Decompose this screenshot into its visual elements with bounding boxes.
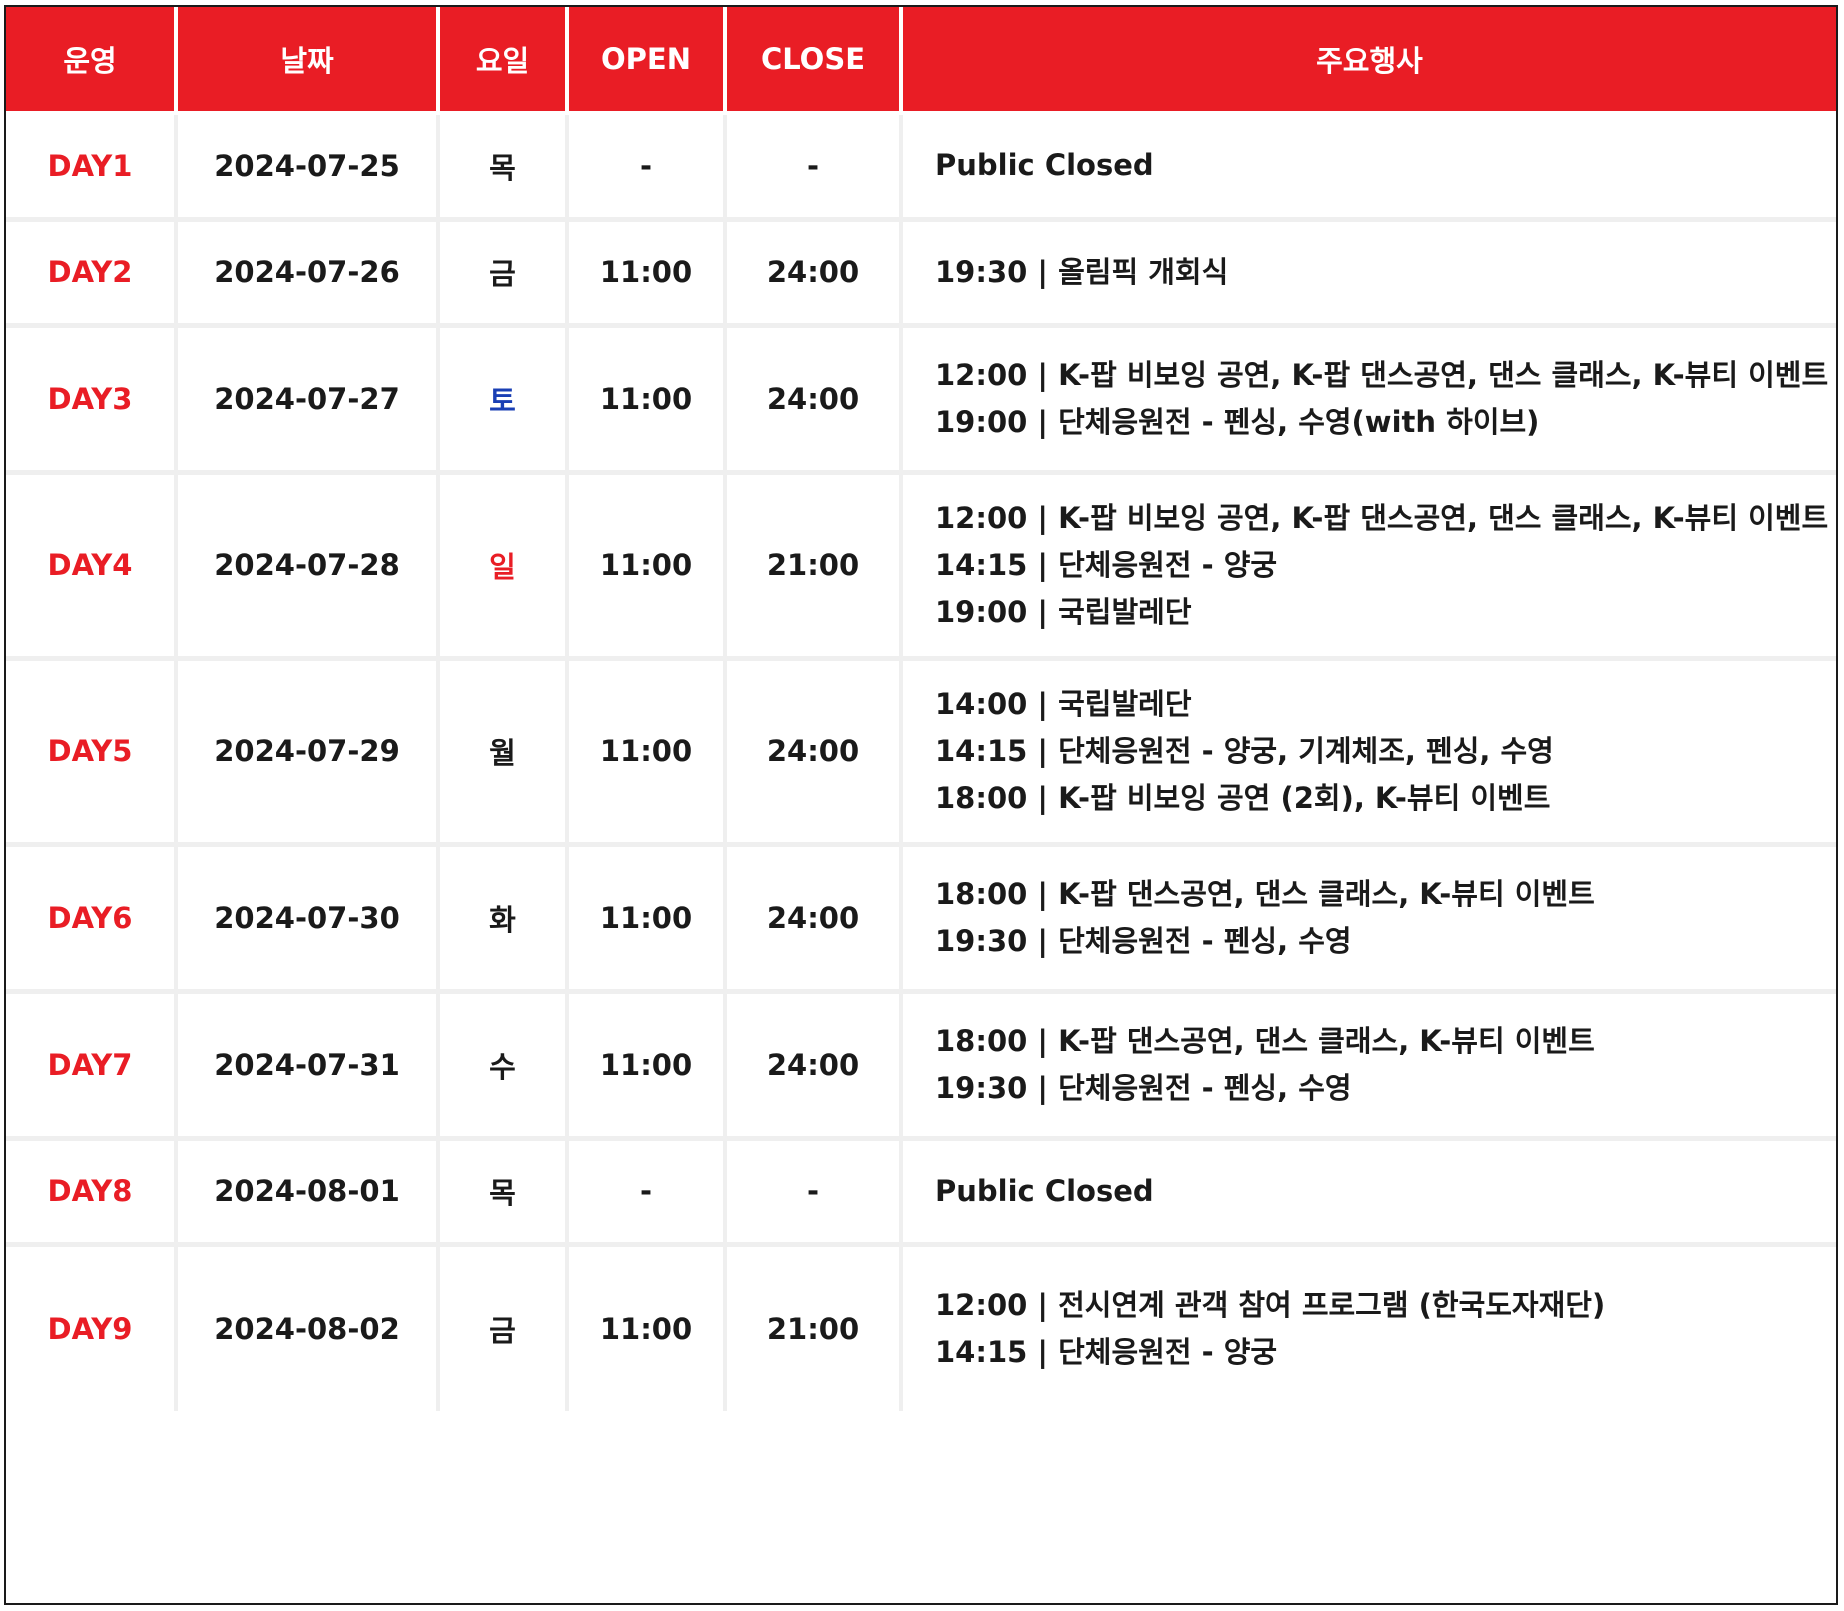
- table-row: DAY8 2024-08-01 목 - - Public Closed: [6, 1138, 1836, 1247]
- event-line: Public Closed: [935, 1173, 1154, 1208]
- header-date: 날짜: [176, 7, 440, 115]
- weekday-cell: 목: [438, 1138, 569, 1247]
- open-time: 11:00: [567, 844, 727, 994]
- table-row: DAY2 2024-07-26 금 11:00 24:00 19:30 | 올림…: [6, 219, 1836, 328]
- day-label: DAY3: [6, 325, 178, 475]
- close-time: 21:00: [725, 1244, 903, 1411]
- close-time: -: [725, 1138, 903, 1247]
- open-time: 11:00: [567, 472, 727, 661]
- table-row: DAY9 2024-08-02 금 11:00 21:00 12:00 | 전시…: [6, 1244, 1836, 1411]
- table-row: DAY1 2024-07-25 목 - - Public Closed: [6, 113, 1836, 222]
- close-time: -: [725, 113, 903, 222]
- weekday-cell: 금: [438, 1244, 569, 1411]
- day-label: DAY9: [6, 1244, 178, 1411]
- events-cell: 12:00 | K-팝 비보잉 공연, K-팝 댄스공연, 댄스 클래스, K-…: [901, 472, 1836, 661]
- date-cell: 2024-07-28: [176, 472, 440, 661]
- date-cell: 2024-07-25: [176, 113, 440, 222]
- table-row: DAY5 2024-07-29 월 11:00 24:00 14:00 | 국립…: [6, 658, 1836, 847]
- date-cell: 2024-07-26: [176, 219, 440, 328]
- day-label: DAY2: [6, 219, 178, 328]
- events-cell: 18:00 | K-팝 댄스공연, 댄스 클래스, K-뷰티 이벤트 19:30…: [901, 991, 1836, 1141]
- event-line: 12:00 | K-팝 비보잉 공연, K-팝 댄스공연, 댄스 클래스, K-…: [935, 357, 1829, 392]
- event-line: 12:00 | 전시연계 관객 참여 프로그램 (한국도자재단): [935, 1287, 1606, 1322]
- weekday-cell: 금: [438, 219, 569, 328]
- close-time: 21:00: [725, 472, 903, 661]
- day-label: DAY5: [6, 658, 178, 847]
- header-weekday: 요일: [438, 7, 569, 115]
- event-line: 14:00 | 국립발레단: [935, 686, 1192, 721]
- schedule-table: 운영 날짜 요일 OPEN CLOSE 주요행사 DAY1 2024-07-25…: [6, 7, 1836, 1411]
- event-line: 19:30 | 단체응원전 - 펜싱, 수영: [935, 923, 1352, 958]
- open-time: 11:00: [567, 991, 727, 1141]
- event-line: 18:00 | K-팝 댄스공연, 댄스 클래스, K-뷰티 이벤트: [935, 1023, 1595, 1058]
- table-row: DAY6 2024-07-30 화 11:00 24:00 18:00 | K-…: [6, 844, 1836, 994]
- open-time: 11:00: [567, 658, 727, 847]
- events-cell: 12:00 | K-팝 비보잉 공연, K-팝 댄스공연, 댄스 클래스, K-…: [901, 325, 1836, 475]
- close-time: 24:00: [725, 844, 903, 994]
- events-cell: 19:30 | 올림픽 개회식: [901, 219, 1836, 328]
- events-cell: Public Closed: [901, 113, 1836, 222]
- date-cell: 2024-07-27: [176, 325, 440, 475]
- open-time: 11:00: [567, 219, 727, 328]
- event-line: 19:00 | 국립발레단: [935, 594, 1192, 629]
- date-cell: 2024-08-02: [176, 1244, 440, 1411]
- table-row: DAY4 2024-07-28 일 11:00 21:00 12:00 | K-…: [6, 472, 1836, 661]
- events-cell: 14:00 | 국립발레단 14:15 | 단체응원전 - 양궁, 기계체조, …: [901, 658, 1836, 847]
- date-cell: 2024-07-31: [176, 991, 440, 1141]
- event-line: 14:15 | 단체응원전 - 양궁, 기계체조, 펜싱, 수영: [935, 733, 1554, 768]
- events-cell: 12:00 | 전시연계 관객 참여 프로그램 (한국도자재단) 14:15 |…: [901, 1244, 1836, 1411]
- event-line: 19:30 | 올림픽 개회식: [935, 254, 1229, 289]
- header-close: CLOSE: [725, 7, 903, 115]
- event-line: 14:15 | 단체응원전 - 양궁: [935, 1334, 1278, 1369]
- event-line: 18:00 | K-팝 댄스공연, 댄스 클래스, K-뷰티 이벤트: [935, 876, 1595, 911]
- close-time: 24:00: [725, 325, 903, 475]
- day-label: DAY4: [6, 472, 178, 661]
- table-row: DAY7 2024-07-31 수 11:00 24:00 18:00 | K-…: [6, 991, 1836, 1141]
- open-time: -: [567, 113, 727, 222]
- close-time: 24:00: [725, 219, 903, 328]
- events-cell: Public Closed: [901, 1138, 1836, 1247]
- day-label: DAY6: [6, 844, 178, 994]
- header-open: OPEN: [567, 7, 727, 115]
- weekday-cell: 목: [438, 113, 569, 222]
- schedule-frame: 운영 날짜 요일 OPEN CLOSE 주요행사 DAY1 2024-07-25…: [4, 5, 1838, 1605]
- day-label: DAY1: [6, 113, 178, 222]
- open-time: -: [567, 1138, 727, 1247]
- weekday-cell: 수: [438, 991, 569, 1141]
- day-label: DAY8: [6, 1138, 178, 1247]
- event-line: 12:00 | K-팝 비보잉 공연, K-팝 댄스공연, 댄스 클래스, K-…: [935, 500, 1829, 535]
- open-time: 11:00: [567, 1244, 727, 1411]
- close-time: 24:00: [725, 658, 903, 847]
- date-cell: 2024-07-29: [176, 658, 440, 847]
- table-row: DAY3 2024-07-27 토 11:00 24:00 12:00 | K-…: [6, 325, 1836, 475]
- weekday-cell: 화: [438, 844, 569, 994]
- weekday-cell-saturday: 토: [438, 325, 569, 475]
- event-line: 19:00 | 단체응원전 - 펜싱, 수영(with 하이브): [935, 404, 1540, 439]
- header-events: 주요행사: [901, 7, 1836, 115]
- header-operation: 운영: [6, 7, 178, 115]
- date-cell: 2024-08-01: [176, 1138, 440, 1247]
- close-time: 24:00: [725, 991, 903, 1141]
- weekday-cell: 월: [438, 658, 569, 847]
- event-line: 19:30 | 단체응원전 - 펜싱, 수영: [935, 1070, 1352, 1105]
- open-time: 11:00: [567, 325, 727, 475]
- event-line: 18:00 | K-팝 비보잉 공연 (2회), K-뷰티 이벤트: [935, 780, 1551, 815]
- weekday-cell-sunday: 일: [438, 472, 569, 661]
- header-row: 운영 날짜 요일 OPEN CLOSE 주요행사: [6, 7, 1836, 115]
- date-cell: 2024-07-30: [176, 844, 440, 994]
- events-cell: 18:00 | K-팝 댄스공연, 댄스 클래스, K-뷰티 이벤트 19:30…: [901, 844, 1836, 994]
- event-line: 14:15 | 단체응원전 - 양궁: [935, 547, 1278, 582]
- event-line: Public Closed: [935, 148, 1154, 183]
- day-label: DAY7: [6, 991, 178, 1141]
